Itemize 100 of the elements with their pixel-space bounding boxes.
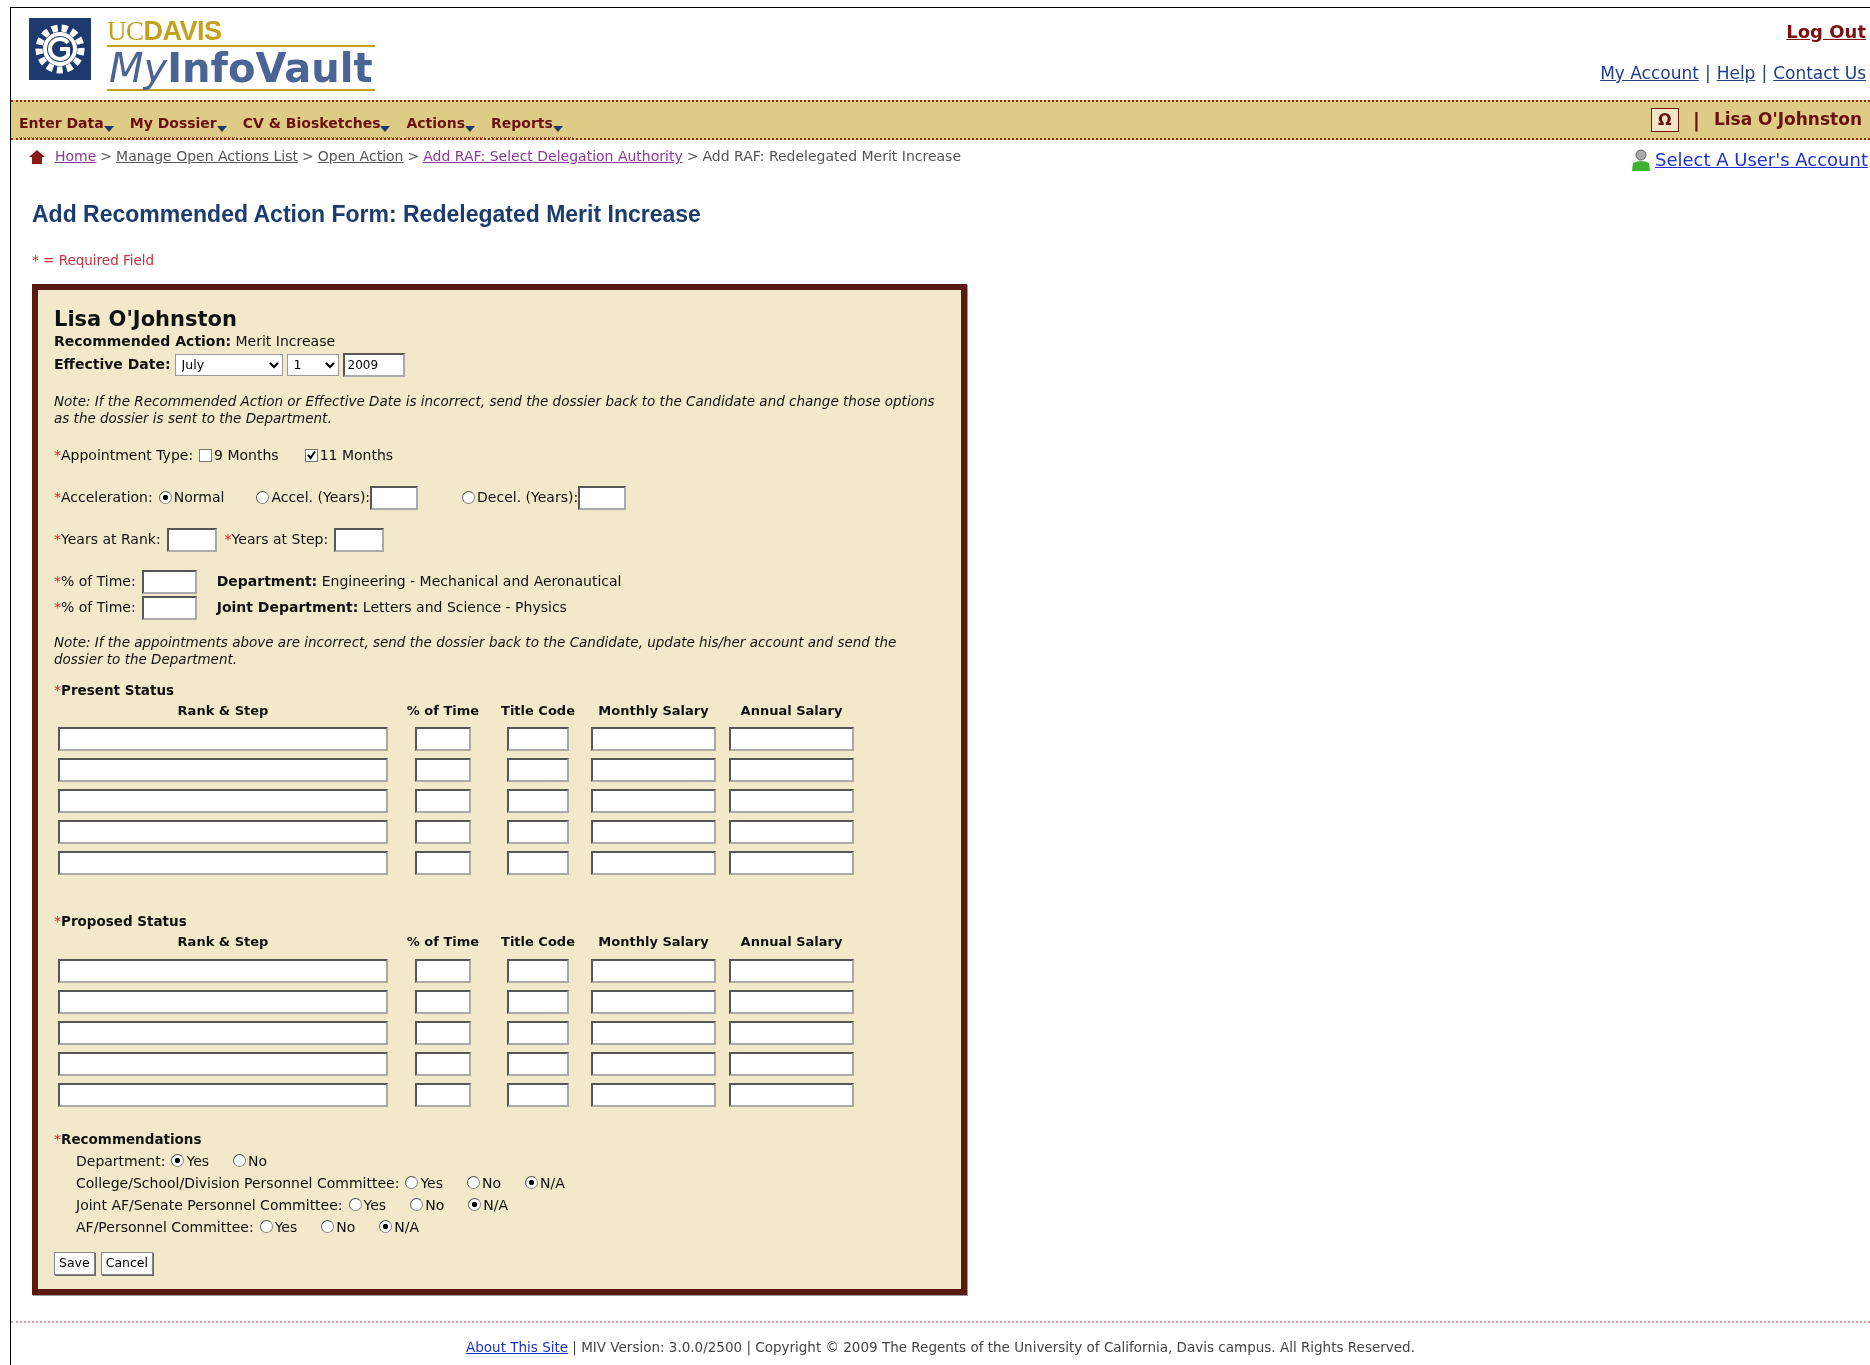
percent-field[interactable] xyxy=(141,595,197,620)
radio-button[interactable] xyxy=(405,1176,419,1190)
table-field[interactable] xyxy=(729,1051,854,1076)
radio-button[interactable] xyxy=(256,491,270,505)
table-field[interactable] xyxy=(507,789,569,814)
percent-field[interactable] xyxy=(141,569,197,594)
table-field[interactable] xyxy=(507,989,569,1014)
table-field[interactable] xyxy=(415,727,471,752)
form-button[interactable]: Save xyxy=(54,1251,95,1275)
table-field[interactable] xyxy=(507,958,569,983)
table-field[interactable] xyxy=(507,851,569,876)
table-field[interactable] xyxy=(507,1082,569,1107)
table-field[interactable] xyxy=(415,1082,471,1107)
radio-button[interactable] xyxy=(379,1220,393,1234)
nav-menu[interactable]: Actions xyxy=(406,102,485,138)
option-label: Yes xyxy=(186,1151,210,1171)
table-field[interactable] xyxy=(507,820,569,845)
table-field[interactable] xyxy=(507,1051,569,1076)
table-field[interactable] xyxy=(507,727,569,752)
header-link[interactable]: Contact Us xyxy=(1773,61,1866,87)
table-field[interactable] xyxy=(58,1082,388,1107)
radio-button[interactable] xyxy=(462,491,476,505)
radio-button[interactable] xyxy=(467,1176,480,1190)
radio-button[interactable] xyxy=(321,1220,335,1234)
option-label: Accel. (Years): xyxy=(271,488,371,508)
nav-menu[interactable]: My Dossier xyxy=(129,102,237,138)
table-field[interactable] xyxy=(729,727,854,752)
table-field[interactable] xyxy=(58,958,388,983)
radio-button[interactable] xyxy=(158,491,172,505)
table-field[interactable] xyxy=(591,727,716,752)
home-icon[interactable] xyxy=(29,149,45,164)
years-field[interactable] xyxy=(370,485,419,510)
table-field[interactable] xyxy=(507,758,569,783)
table-field[interactable] xyxy=(58,989,388,1014)
column-header: % of Time xyxy=(406,933,480,952)
years-field[interactable] xyxy=(166,527,217,552)
select-account-link[interactable]: Select A User's Account xyxy=(1654,146,1868,173)
table-field[interactable] xyxy=(729,820,854,845)
table-field[interactable] xyxy=(729,989,854,1014)
table-field[interactable] xyxy=(729,758,854,783)
symbol-button[interactable]: Ω xyxy=(1651,108,1679,132)
header-link[interactable]: My Account xyxy=(1600,61,1699,87)
form-button[interactable]: Cancel xyxy=(100,1251,154,1275)
table-field[interactable] xyxy=(591,958,716,983)
header-link[interactable]: Help xyxy=(1716,61,1756,87)
page-title: Add Recommended Action Form: Redelegated Merit Increase xyxy=(32,200,702,229)
radio-button[interactable] xyxy=(171,1154,185,1168)
table-field[interactable] xyxy=(415,958,471,983)
nav-menu[interactable]: Reports xyxy=(491,102,573,138)
radio-button[interactable] xyxy=(259,1220,273,1234)
breadcrumb-link[interactable]: Manage Open Actions List xyxy=(116,146,299,167)
table-field[interactable] xyxy=(58,758,388,783)
table-field[interactable] xyxy=(729,958,854,983)
table-field[interactable] xyxy=(415,789,471,814)
radio-button[interactable] xyxy=(233,1154,247,1168)
nav-menu[interactable]: Enter Data xyxy=(19,102,124,138)
table-field[interactable] xyxy=(415,758,471,783)
footer-link[interactable]: About This Site xyxy=(466,1338,569,1355)
table-field[interactable] xyxy=(58,1051,388,1076)
table-field[interactable] xyxy=(58,727,388,752)
radio-button[interactable] xyxy=(410,1198,424,1212)
breadcrumb-link[interactable]: Home xyxy=(55,146,97,167)
separator: > xyxy=(100,147,113,166)
table-field[interactable] xyxy=(58,789,388,814)
table-field[interactable] xyxy=(591,820,716,845)
option-label: Yes xyxy=(363,1195,387,1215)
table-field[interactable] xyxy=(58,820,388,845)
year-field[interactable]: 2009 xyxy=(342,352,405,377)
nav-menu[interactable]: CV & Biosketches xyxy=(242,102,401,138)
radio-button[interactable] xyxy=(525,1176,539,1190)
table-field[interactable] xyxy=(415,851,471,876)
checkbox[interactable] xyxy=(304,448,318,462)
table-field[interactable] xyxy=(591,989,716,1014)
years-field[interactable] xyxy=(578,485,627,510)
table-field[interactable] xyxy=(591,1051,716,1076)
table-field[interactable] xyxy=(58,851,388,876)
years-field[interactable] xyxy=(334,527,385,552)
table-field[interactable] xyxy=(415,1020,471,1045)
table-field[interactable] xyxy=(729,1082,854,1107)
month-select[interactable]: July xyxy=(174,353,283,376)
table-field[interactable] xyxy=(507,1020,569,1045)
radio-button[interactable] xyxy=(348,1198,362,1212)
breadcrumb-link[interactable]: Open Action xyxy=(317,146,404,167)
table-field[interactable] xyxy=(58,1020,388,1045)
table-field[interactable] xyxy=(591,851,716,876)
day-select[interactable]: 1 xyxy=(286,353,339,376)
checkbox[interactable] xyxy=(199,448,213,462)
log-out-link[interactable]: Log Out xyxy=(1786,18,1866,45)
breadcrumb-link[interactable]: Add RAF: Select Delegation Authority xyxy=(423,146,683,167)
table-field[interactable] xyxy=(729,789,854,814)
table-field[interactable] xyxy=(415,820,471,845)
table-field[interactable] xyxy=(415,1051,471,1076)
table-field[interactable] xyxy=(591,1082,716,1107)
radio-button[interactable] xyxy=(468,1198,482,1212)
table-field[interactable] xyxy=(415,989,471,1014)
table-field[interactable] xyxy=(729,1020,854,1045)
table-field[interactable] xyxy=(591,789,716,814)
table-field[interactable] xyxy=(591,758,716,783)
table-field[interactable] xyxy=(591,1020,716,1045)
table-field[interactable] xyxy=(729,851,854,876)
